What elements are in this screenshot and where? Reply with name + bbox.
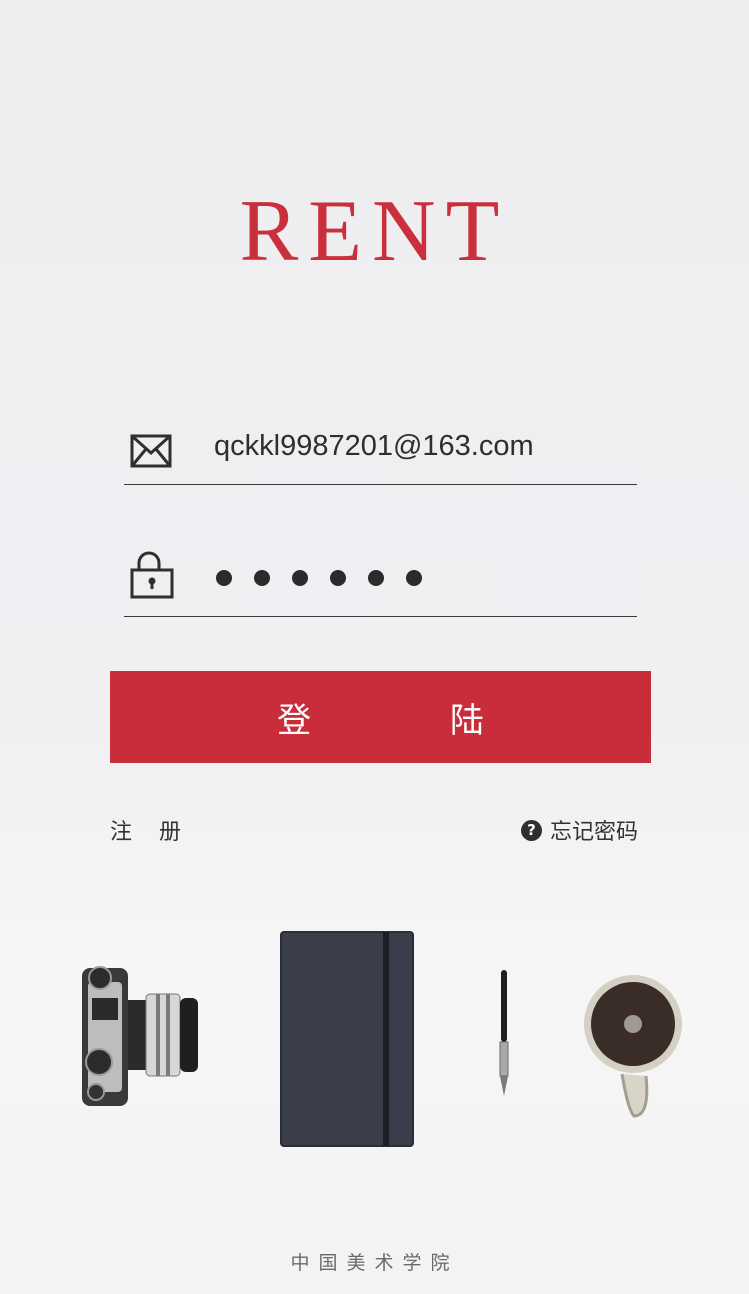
notebook-icon: [280, 931, 414, 1147]
login-button[interactable]: 登 陆: [110, 671, 651, 763]
footer-institution: 中国美术学院: [290, 1252, 459, 1274]
pen-icon: [499, 970, 509, 1096]
password-dot: [368, 570, 384, 586]
password-dot: [292, 570, 308, 586]
password-dot: [216, 570, 232, 586]
email-field[interactable]: qckkl9987201@163.com: [124, 418, 637, 485]
password-dot: [330, 570, 346, 586]
forgot-password-link[interactable]: ? 忘记密码: [521, 814, 638, 846]
forgot-password-label: 忘记密码: [550, 820, 639, 845]
lock-icon: [128, 550, 174, 600]
coffee-cup-icon: [584, 975, 682, 1118]
password-mask: [216, 570, 422, 586]
decorative-illustration: [82, 931, 682, 1147]
password-dot: [406, 570, 422, 586]
password-dot: [254, 570, 270, 586]
email-value: qckkl9987201@163.com: [214, 430, 534, 462]
register-link[interactable]: 注 册: [110, 814, 191, 846]
help-icon: ?: [521, 819, 542, 841]
mail-icon: [128, 428, 174, 474]
password-field[interactable]: [124, 548, 637, 617]
camera-icon: [82, 966, 198, 1106]
app-logo: RENT: [239, 183, 510, 280]
